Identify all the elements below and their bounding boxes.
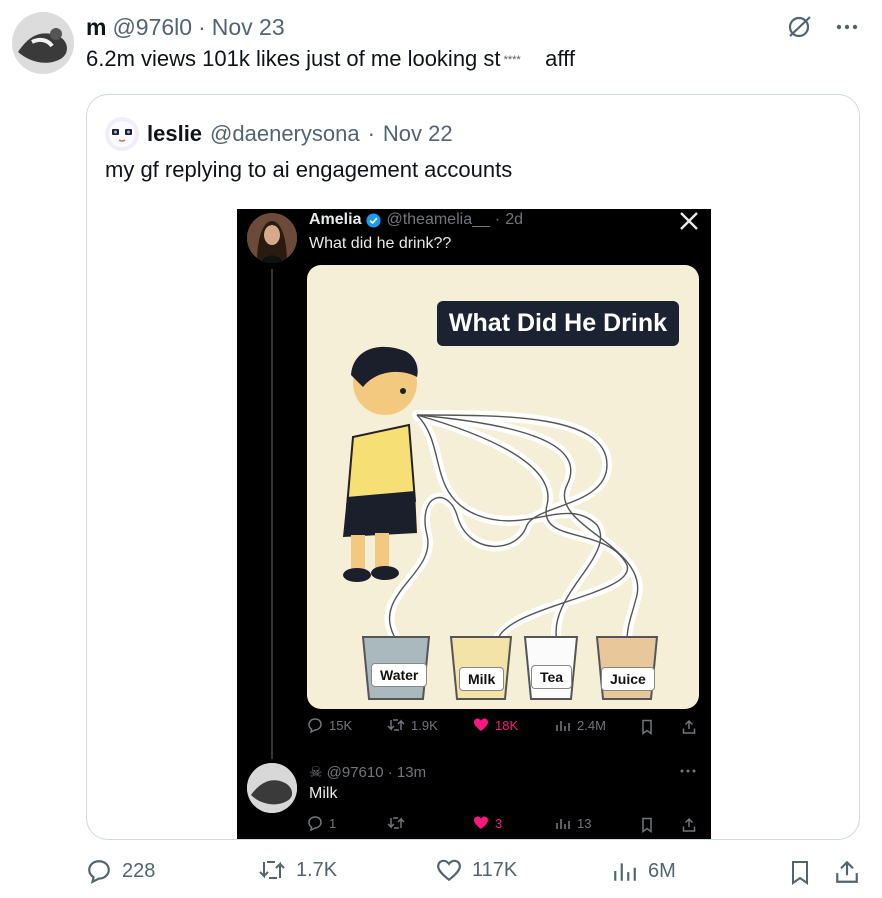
- reply-handle: @97610: [326, 764, 384, 781]
- tweet-text: 6.2m views 101k likes just of me looking…: [86, 46, 575, 72]
- reply-avatar: [247, 763, 297, 813]
- heart-filled-icon: [474, 816, 488, 829]
- cup-label-water: Water: [371, 663, 428, 687]
- reply-button[interactable]: 228: [86, 858, 155, 884]
- post-author-name: Amelia: [309, 211, 362, 228]
- reply-avatar-image: [247, 763, 297, 813]
- heart-filled-icon: [474, 718, 488, 731]
- repost-icon: [387, 817, 405, 829]
- quoted-tweet-header: leslie @daenerysona · Nov 22: [105, 117, 453, 151]
- quoted-tweet[interactable]: leslie @daenerysona · Nov 22 my gf reply…: [86, 94, 860, 840]
- tweet-top-actions: [786, 14, 860, 40]
- embedded-screenshot[interactable]: Amelia @theamelia__ · 2d What did he dri…: [237, 209, 711, 839]
- post-reply-count: 15K: [329, 717, 353, 733]
- thread-line: [271, 269, 273, 759]
- separator-dot: ·: [367, 121, 375, 146]
- views-icon: [614, 863, 636, 881]
- post-views-count: 2.4M: [577, 717, 606, 733]
- share-icon: [682, 817, 696, 832]
- post-like-count: 18K: [495, 717, 519, 733]
- post-views-stat: 2.4M: [555, 717, 606, 733]
- more-icon[interactable]: [834, 14, 860, 40]
- author-avatar[interactable]: [12, 12, 74, 74]
- post-header: Amelia @theamelia__ · 2d: [309, 211, 523, 229]
- post-author-handle: @theamelia__: [386, 211, 490, 228]
- anime-face-icon: [109, 121, 135, 147]
- reply-count: 228: [122, 859, 156, 882]
- tweet-date[interactable]: Nov 23: [212, 14, 285, 41]
- views-icon: [556, 721, 570, 731]
- quoted-author-avatar: [105, 117, 139, 151]
- repost-icon: [387, 719, 405, 731]
- author-avatar-image: [12, 12, 74, 74]
- repost-button[interactable]: 1.7K: [258, 858, 337, 882]
- share-icon: [682, 719, 696, 734]
- views-button[interactable]: 6M: [612, 858, 676, 884]
- author-handle[interactable]: @976l0: [112, 14, 192, 41]
- x-logo-icon: [680, 212, 698, 230]
- post-repost-stat: 1.9K: [387, 717, 438, 733]
- reply-text: Milk: [309, 785, 338, 802]
- post-repost-count: 1.9K: [411, 717, 438, 733]
- repost-icon: [259, 861, 285, 879]
- quoted-date: Nov 22: [382, 121, 453, 146]
- reply-more-icon: [680, 769, 696, 773]
- share-icon[interactable]: [834, 859, 860, 885]
- reply-like-stat: 3: [473, 815, 502, 831]
- bookmark-icon: [642, 719, 652, 735]
- views-count: 6M: [648, 859, 676, 882]
- quoted-author-name: leslie: [147, 121, 203, 146]
- author-name[interactable]: m: [86, 14, 106, 41]
- cup-label-juice: Juice: [601, 667, 655, 691]
- repost-count: 1.7K: [296, 858, 338, 881]
- tweet-text-main: 6.2m views 101k likes just of me looking…: [86, 46, 501, 71]
- reply-icon: [88, 860, 110, 884]
- bookmark-icon: [642, 817, 652, 833]
- quoted-tweet-text: my gf replying to ai engagement accounts: [105, 157, 513, 182]
- separator-dot: ·: [198, 14, 206, 40]
- reply-header: ☠ @97610 · 13m: [309, 763, 426, 781]
- quoted-author-handle: @daenerysona: [210, 121, 360, 146]
- post-age: 2d: [505, 211, 524, 228]
- cup-label-tea: Tea: [531, 665, 573, 689]
- illustration-panel: What Did He Drink Water Milk Tea Juice: [307, 265, 699, 709]
- like-count: 117K: [472, 858, 518, 881]
- skull-icon: ☠: [309, 764, 323, 781]
- separator-dot: ·: [383, 764, 397, 781]
- separator-dot: ·: [494, 211, 501, 228]
- post-like-stat: 18K: [473, 717, 518, 733]
- post-text: What did he drink??: [309, 235, 452, 252]
- reply-icon: [308, 718, 322, 733]
- reply-icon: [308, 816, 322, 831]
- cup-label-milk: Milk: [459, 667, 505, 691]
- reply-reply-stat: 1: [307, 815, 336, 831]
- reply-reply-count: 1: [329, 815, 337, 831]
- views-icon: [556, 819, 570, 829]
- tweet-text-end: afff: [545, 46, 575, 71]
- reply-views-stat: 13: [555, 815, 591, 831]
- amelia-avatar-image: [247, 213, 297, 263]
- post-reply-stat: 15K: [307, 717, 352, 733]
- bookmark-icon[interactable]: [788, 860, 812, 886]
- reply-age: 13m: [396, 764, 427, 781]
- tweet-header: m @976l0 · Nov 23: [86, 14, 285, 41]
- amelia-avatar: [247, 213, 297, 263]
- grok-icon[interactable]: [786, 14, 812, 40]
- reply-views-count: 13: [577, 815, 592, 831]
- verified-badge-icon: [366, 212, 381, 228]
- like-button[interactable]: 117K: [436, 858, 517, 882]
- maze-illustration: [343, 346, 659, 700]
- heart-icon: [437, 859, 461, 882]
- censor-dots: ****: [500, 54, 521, 67]
- reply-like-count: 3: [495, 815, 503, 831]
